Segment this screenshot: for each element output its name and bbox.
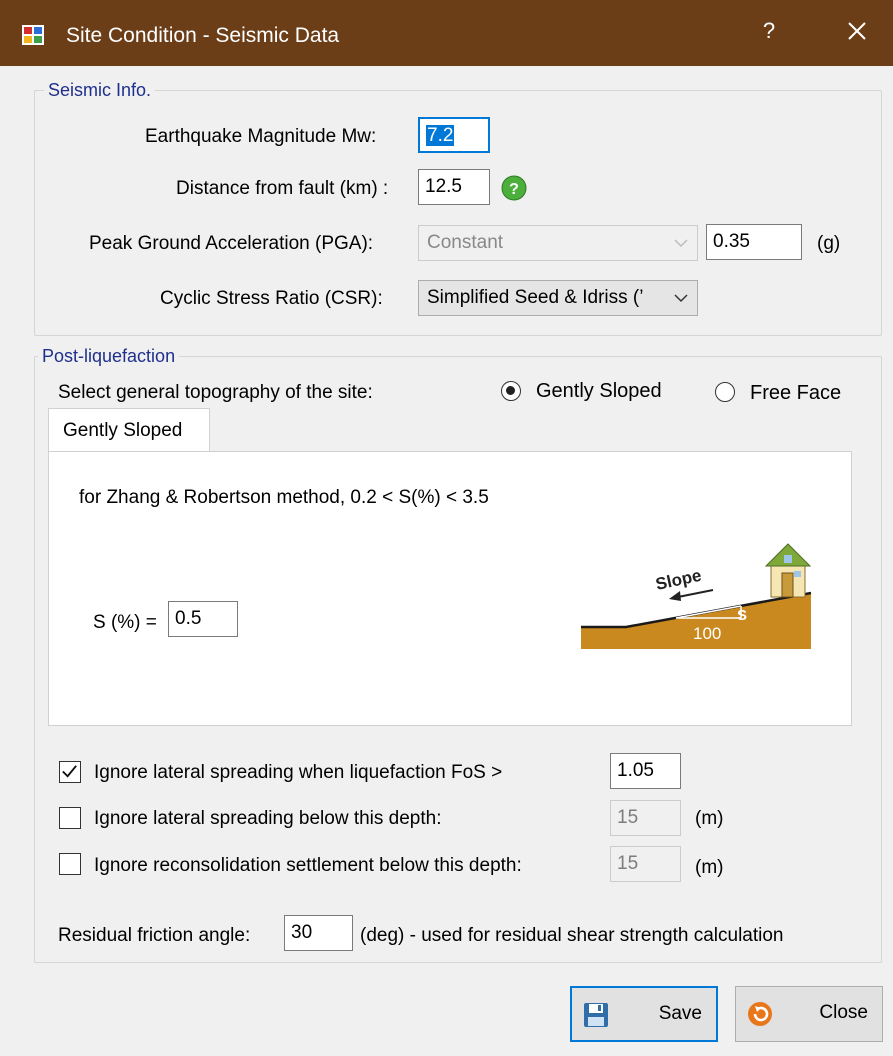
s-percent-label: S (%) = (93, 612, 157, 633)
radio-free-face[interactable] (715, 382, 735, 402)
friction-angle-note: (deg) - used for residual shear strength… (360, 925, 784, 946)
csr-label: Cyclic Stress Ratio (CSR): (160, 288, 383, 309)
ignore-reconsolidation-label[interactable]: Ignore reconsolidation settlement below … (94, 855, 522, 877)
pga-value-input[interactable]: 0.35 (706, 224, 802, 260)
title-bar: Site Condition - Seismic Data ? (0, 0, 893, 66)
help-button[interactable]: ? (758, 18, 780, 44)
help-icon[interactable]: ? (501, 175, 527, 201)
s-percent-input[interactable]: 0.5 (168, 601, 238, 637)
close-button[interactable]: Close (735, 986, 883, 1042)
magnitude-value: 7.2 (426, 125, 455, 146)
pga-unit-label: (g) (817, 233, 841, 254)
svg-text:?: ? (509, 181, 519, 198)
dialog-window: Site Condition - Seismic Data ? Seismic … (0, 0, 893, 1056)
save-icon (584, 1003, 608, 1027)
friction-angle-input[interactable]: 30 (284, 915, 353, 951)
lateral-depth-input[interactable]: 15 (610, 800, 681, 836)
close-window-icon[interactable] (842, 16, 872, 46)
method-note: for Zhang & Robertson method, 0.2 < S(%)… (79, 487, 489, 508)
csr-method-select[interactable]: Simplified Seed & Idriss (’ (418, 280, 698, 316)
arrow-left-icon (669, 591, 681, 601)
pga-mode-value: Constant (427, 232, 504, 253)
radio-gently-sloped-label[interactable]: Gently Sloped (536, 380, 662, 403)
ignore-lateral-depth-checkbox[interactable] (59, 807, 81, 829)
pga-label: Peak Ground Acceleration (PGA): (89, 233, 374, 254)
ignore-reconsolidation-checkbox[interactable] (59, 853, 81, 875)
chevron-down-icon (674, 294, 688, 303)
diagram-s-text: S (737, 607, 747, 624)
pga-mode-select[interactable]: Constant (418, 225, 698, 261)
seismic-info-legend: Seismic Info. (44, 80, 156, 101)
csr-method-value: Simplified Seed & Idriss (’ (427, 287, 644, 308)
ignore-lateral-fos-label[interactable]: Ignore lateral spreading when liquefacti… (94, 762, 502, 784)
app-icon (22, 25, 44, 45)
radio-selected-dot (506, 386, 515, 395)
magnitude-input[interactable]: 7.2 (418, 117, 490, 153)
window-title: Site Condition - Seismic Data (66, 24, 340, 47)
friction-angle-label: Residual friction angle: (58, 925, 251, 946)
tab-panel: for Zhang & Robertson method, 0.2 < S(%)… (48, 451, 852, 726)
save-button-label: Save (658, 1003, 702, 1024)
radio-free-face-label[interactable]: Free Face (750, 382, 841, 405)
tab-gently-sloped[interactable]: Gently Sloped (48, 408, 210, 452)
radio-gently-sloped[interactable] (501, 381, 521, 401)
save-button[interactable]: Save (570, 986, 718, 1042)
reconsolidation-depth-unit: (m) (695, 857, 724, 878)
fos-threshold-input[interactable]: 1.05 (610, 753, 681, 789)
ignore-lateral-fos-checkbox[interactable] (59, 761, 81, 783)
magnitude-label: Earthquake Magnitude Mw: (145, 126, 377, 147)
house-icon (764, 543, 812, 598)
chevron-down-icon (674, 239, 688, 248)
slope-diagram: 100 S Slope (581, 543, 812, 649)
cancel-icon (748, 1002, 772, 1026)
close-button-label: Close (819, 1002, 868, 1023)
diagram-slope-text: Slope (654, 566, 703, 594)
lateral-depth-unit: (m) (695, 808, 724, 829)
checkmark-icon (62, 765, 77, 778)
ignore-lateral-depth-label[interactable]: Ignore lateral spreading below this dept… (94, 808, 442, 830)
topography-label: Select general topography of the site: (58, 382, 373, 403)
distance-label: Distance from fault (km) : (176, 178, 389, 199)
reconsolidation-depth-input[interactable]: 15 (610, 846, 681, 882)
distance-input[interactable]: 12.5 (418, 169, 490, 205)
post-liquefaction-legend: Post-liquefaction (38, 346, 180, 367)
tab-gently-sloped-label: Gently Sloped (63, 420, 183, 441)
diagram-run-text: 100 (693, 624, 721, 643)
